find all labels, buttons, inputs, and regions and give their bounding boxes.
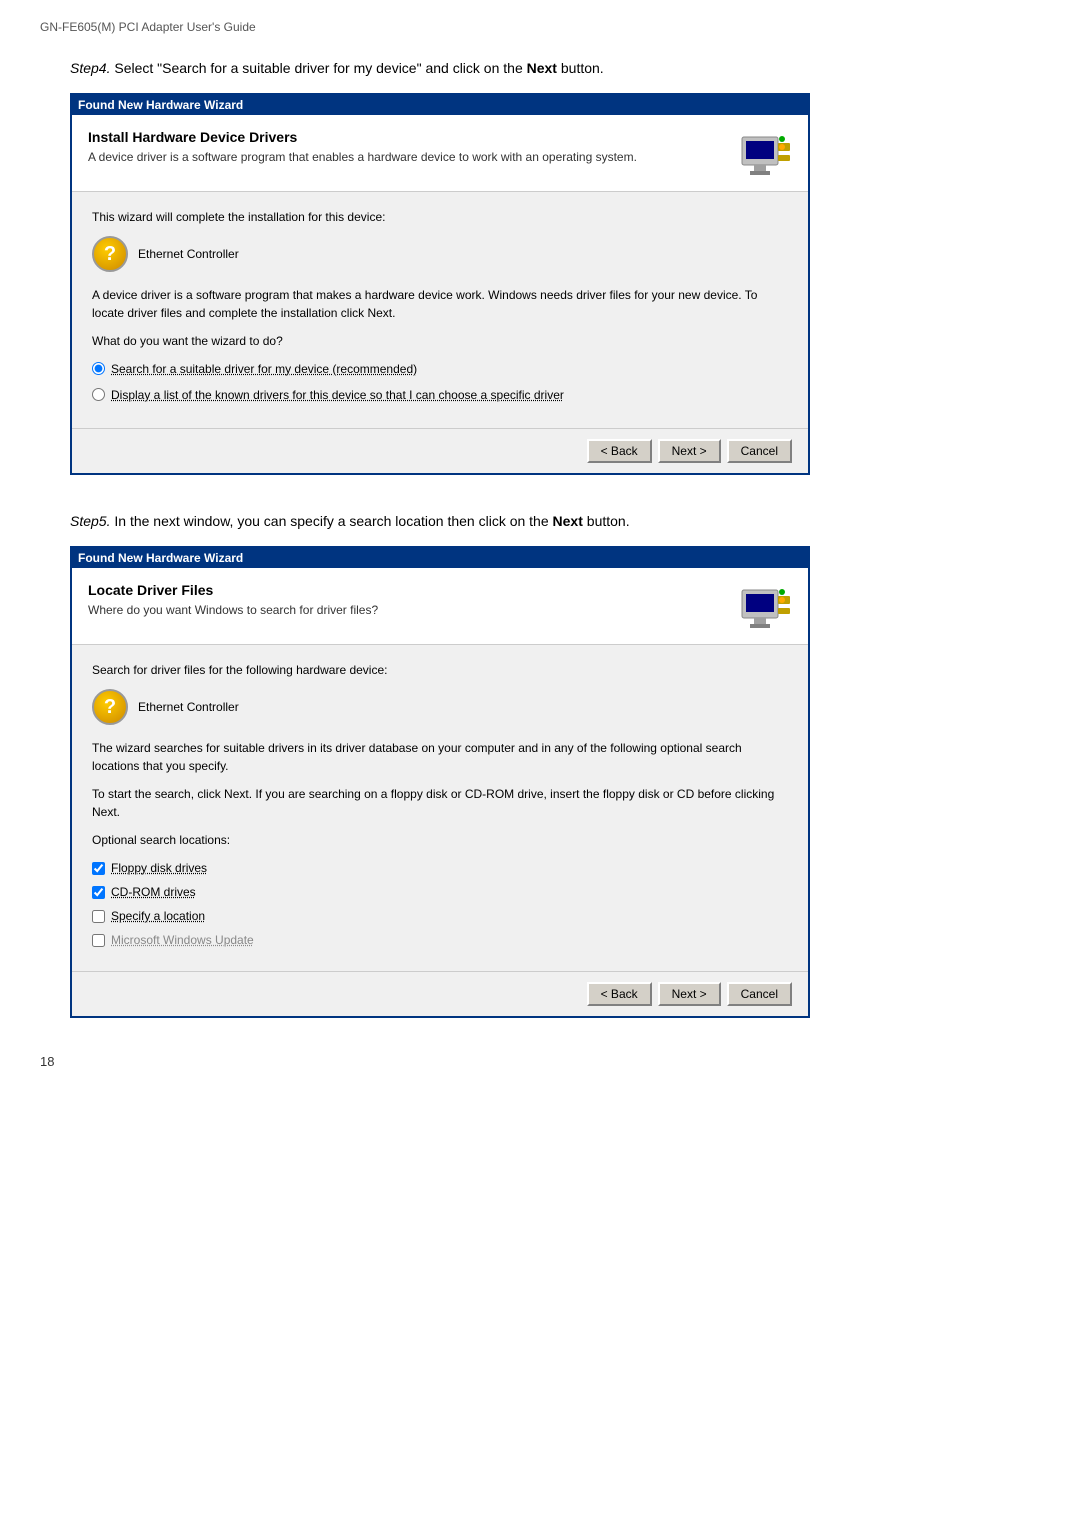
step4-header-subtitle: A device driver is a software program th…: [88, 149, 728, 166]
step4-body-p1: This wizard will complete the installati…: [92, 208, 788, 226]
step5-container: Step5. In the next window, you can speci…: [40, 511, 1040, 1018]
step4-dialog: Found New Hardware Wizard Install Hardwa…: [70, 93, 810, 475]
step4-cancel-button[interactable]: Cancel: [727, 439, 792, 463]
step5-dialog-titlebar: Found New Hardware Wizard: [72, 548, 808, 568]
step5-cb1-option[interactable]: Floppy disk drives: [92, 859, 788, 877]
step5-cb2-option[interactable]: CD-ROM drives: [92, 883, 788, 901]
step4-radio1[interactable]: [92, 362, 105, 375]
step5-header-left: Locate Driver Files Where do you want Wi…: [88, 582, 728, 619]
step4-body-p2: A device driver is a software program th…: [92, 286, 788, 322]
step4-device-name: Ethernet Controller: [138, 245, 239, 263]
step4-header-icon: [740, 129, 792, 181]
step4-radio2[interactable]: [92, 388, 105, 401]
step4-container: Step4. Select "Search for a suitable dri…: [40, 58, 1040, 475]
step5-back-button[interactable]: < Back: [587, 982, 652, 1006]
step4-intro-end: button.: [557, 60, 604, 76]
step5-optional-label: Optional search locations:: [92, 831, 788, 849]
step5-cb1-label: Floppy disk drives: [111, 859, 207, 877]
page-header: GN-FE605(M) PCI Adapter User's Guide: [40, 20, 1040, 34]
step5-dialog: Found New Hardware Wizard Locate Driver …: [70, 546, 810, 1018]
step5-intro-text: In the next window, you can specify a se…: [110, 513, 552, 529]
step5-cb2-label: CD-ROM drives: [111, 883, 196, 901]
step4-intro: Step4. Select "Search for a suitable dri…: [40, 58, 1040, 79]
step4-radio1-label: Search for a suitable driver for my devi…: [111, 360, 417, 378]
step5-next-button[interactable]: Next >: [658, 982, 721, 1006]
step5-body-p1: Search for driver files for the followin…: [92, 661, 788, 679]
step4-radio1-option[interactable]: Search for a suitable driver for my devi…: [92, 360, 788, 378]
step5-header-icon: [740, 582, 792, 634]
step5-header-title: Locate Driver Files: [88, 582, 728, 598]
step4-dialog-titlebar: Found New Hardware Wizard: [72, 95, 808, 115]
step4-label: Step4.: [70, 60, 110, 76]
step4-radio2-label: Display a list of the known drivers for …: [111, 386, 564, 404]
step5-device-row: ? Ethernet Controller: [92, 689, 788, 725]
step5-dialog-footer: < Back Next > Cancel: [72, 971, 808, 1016]
step5-header-subtitle: Where do you want Windows to search for …: [88, 602, 728, 619]
step4-body-p3: What do you want the wizard to do?: [92, 332, 788, 350]
step5-intro-end: button.: [583, 513, 630, 529]
step4-next-button[interactable]: Next >: [658, 439, 721, 463]
step4-dialog-header: Install Hardware Device Drivers A device…: [72, 115, 808, 192]
step5-cancel-button[interactable]: Cancel: [727, 982, 792, 1006]
step4-radio-group: Search for a suitable driver for my devi…: [92, 360, 788, 404]
step4-intro-text: Select "Search for a suitable driver for…: [110, 60, 526, 76]
step4-dialog-footer: < Back Next > Cancel: [72, 428, 808, 473]
step5-cb4-label: Microsoft Windows Update: [111, 931, 254, 949]
step5-device-name: Ethernet Controller: [138, 698, 239, 716]
step5-device-icon: ?: [92, 689, 128, 725]
step4-header-title: Install Hardware Device Drivers: [88, 129, 728, 145]
step5-cb4-option[interactable]: Microsoft Windows Update: [92, 931, 788, 949]
step5-cb1[interactable]: [92, 862, 105, 875]
step5-cb3[interactable]: [92, 910, 105, 923]
step5-body-p3: To start the search, click Next. If you …: [92, 785, 788, 821]
step4-back-button[interactable]: < Back: [587, 439, 652, 463]
step5-dialog-body: Search for driver files for the followin…: [72, 645, 808, 971]
step4-next-bold: Next: [527, 60, 557, 76]
step5-cb3-label: Specify a location: [111, 907, 205, 925]
step5-dialog-header: Locate Driver Files Where do you want Wi…: [72, 568, 808, 645]
step5-intro: Step5. In the next window, you can speci…: [40, 511, 1040, 532]
step5-next-bold: Next: [553, 513, 583, 529]
step5-body-p2: The wizard searches for suitable drivers…: [92, 739, 788, 775]
page-number: 18: [40, 1054, 1040, 1069]
step4-device-icon: ?: [92, 236, 128, 272]
step5-label: Step5.: [70, 513, 110, 529]
step5-cb4[interactable]: [92, 934, 105, 947]
step4-dialog-body: This wizard will complete the installati…: [72, 192, 808, 428]
step4-device-row: ? Ethernet Controller: [92, 236, 788, 272]
step4-header-left: Install Hardware Device Drivers A device…: [88, 129, 728, 166]
step5-cb3-option[interactable]: Specify a location: [92, 907, 788, 925]
step5-cb2[interactable]: [92, 886, 105, 899]
step4-radio2-option[interactable]: Display a list of the known drivers for …: [92, 386, 788, 404]
